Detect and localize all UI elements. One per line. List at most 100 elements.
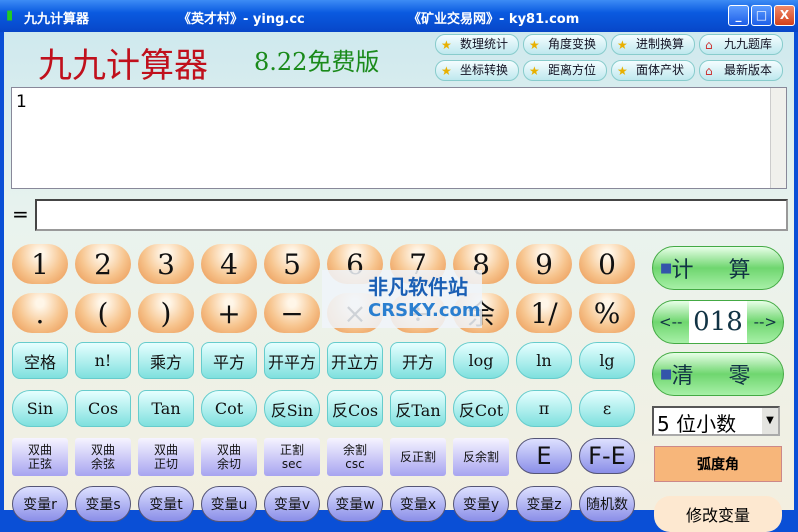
toolbar-button[interactable]: ⌂ 九九题库 bbox=[699, 34, 783, 55]
star-icon: ★ bbox=[441, 38, 452, 52]
chevron-down-icon[interactable]: ▼ bbox=[762, 408, 778, 434]
app-icon: ▮ bbox=[6, 8, 14, 23]
result-field[interactable] bbox=[35, 199, 788, 231]
key-button[interactable]: 变量t bbox=[138, 486, 194, 522]
key-button[interactable]: 变量r bbox=[12, 486, 68, 522]
key-button[interactable]: 1 bbox=[12, 244, 68, 284]
clear-button[interactable]: ■ 清 零 bbox=[652, 352, 784, 396]
app-heading: 九九计算器 bbox=[38, 46, 208, 86]
key-button[interactable]: 反Cot bbox=[453, 390, 509, 427]
key-button[interactable]: 开立方 bbox=[327, 342, 383, 379]
key-button[interactable]: 反Cos bbox=[327, 390, 383, 427]
house-icon: ⌂ bbox=[705, 38, 713, 52]
key-button[interactable]: 反Tan bbox=[390, 390, 446, 427]
scrollbar[interactable] bbox=[770, 88, 786, 188]
key-button[interactable]: . bbox=[12, 293, 68, 333]
toolbar-label: 最新版本 bbox=[724, 63, 773, 77]
key-button[interactable]: 变量x bbox=[390, 486, 446, 522]
prev-button[interactable]: <-- bbox=[659, 313, 682, 331]
key-button[interactable]: 反正割 bbox=[390, 438, 446, 476]
clear-label: 清 零 bbox=[671, 364, 765, 389]
angle-mode-button[interactable]: 弧度角 bbox=[654, 446, 782, 482]
toolbar-button[interactable]: ★ 面体产状 bbox=[611, 60, 695, 81]
key-button[interactable]: π bbox=[516, 390, 572, 427]
key-button[interactable]: 正割 sec bbox=[264, 438, 320, 476]
key-button[interactable]: 随机数 bbox=[579, 486, 635, 522]
key-button[interactable]: 4 bbox=[201, 244, 257, 284]
key-button[interactable]: lg bbox=[579, 342, 635, 379]
close-button[interactable]: X bbox=[774, 5, 795, 26]
key-button[interactable]: n! bbox=[75, 342, 131, 379]
toolbar-button[interactable]: ★ 距离方位 bbox=[523, 60, 607, 81]
key-button[interactable]: E bbox=[516, 438, 572, 474]
key-button[interactable]: 5 bbox=[264, 244, 320, 284]
link-ky81[interactable]: 《矿业交易网》- ky81.com bbox=[408, 8, 579, 27]
decimals-value: 5 位小数 bbox=[657, 412, 737, 436]
version-label: 8.22免费版 bbox=[254, 48, 380, 76]
key-button[interactable]: 变量z bbox=[516, 486, 572, 522]
star-icon: ★ bbox=[617, 64, 628, 78]
key-button[interactable]: 双曲 余弦 bbox=[75, 438, 131, 476]
key-button[interactable]: 开平方 bbox=[264, 342, 320, 379]
next-button[interactable]: --> bbox=[754, 313, 777, 331]
key-button[interactable]: 变量y bbox=[453, 486, 509, 522]
key-button[interactable]: − bbox=[264, 293, 320, 333]
decimals-select[interactable]: 5 位小数 ▼ bbox=[652, 406, 780, 436]
key-button[interactable]: ln bbox=[516, 342, 572, 379]
toolbar-button[interactable]: ★ 数理统计 bbox=[435, 34, 519, 55]
star-icon: ★ bbox=[617, 38, 628, 52]
key-button[interactable]: 余割 csc bbox=[327, 438, 383, 476]
toolbar-button[interactable]: ★ 坐标转换 bbox=[435, 60, 519, 81]
key-button[interactable]: 乘方 bbox=[138, 342, 194, 379]
key-button[interactable]: 变量v bbox=[264, 486, 320, 522]
calculate-label: 计 算 bbox=[671, 258, 765, 283]
key-button[interactable]: 0 bbox=[579, 244, 635, 284]
key-button[interactable]: 双曲 余切 bbox=[201, 438, 257, 476]
watermark-url: CRSKY.com bbox=[368, 300, 481, 321]
key-button[interactable]: 变量s bbox=[75, 486, 131, 522]
maximize-button[interactable]: □ bbox=[751, 5, 772, 26]
key-button[interactable]: 空格 bbox=[12, 342, 68, 379]
key-button[interactable]: 3 bbox=[138, 244, 194, 284]
key-button[interactable]: 反Sin bbox=[264, 390, 320, 427]
toolbar-button[interactable]: ★ 进制换算 bbox=[611, 34, 695, 55]
key-button[interactable]: 双曲 正弦 bbox=[12, 438, 68, 476]
key-button[interactable]: ( bbox=[75, 293, 131, 333]
key-button[interactable]: % bbox=[579, 293, 635, 333]
key-button[interactable]: + bbox=[201, 293, 257, 333]
calculate-button[interactable]: ■ 计 算 bbox=[652, 246, 784, 290]
key-button[interactable]: 双曲 正切 bbox=[138, 438, 194, 476]
key-button[interactable]: log bbox=[453, 342, 509, 379]
car-icon: ■ bbox=[660, 367, 673, 382]
equals-label: = bbox=[12, 202, 29, 226]
key-button[interactable]: 平方 bbox=[201, 342, 257, 379]
toolbar-label: 九九题库 bbox=[724, 37, 773, 51]
input-text: 1 bbox=[16, 92, 27, 112]
watermark-text: 非凡软件站 bbox=[368, 275, 468, 299]
toolbar-button[interactable]: ⌂ 最新版本 bbox=[699, 60, 783, 81]
title-bar: ▮ 九九计算器 《英才村》- ying.cc 《矿业交易网》- ky81.com… bbox=[0, 0, 798, 32]
key-button[interactable]: 1/ bbox=[516, 293, 572, 333]
key-button[interactable]: Cos bbox=[75, 390, 131, 427]
star-icon: ★ bbox=[529, 38, 540, 52]
key-button[interactable]: ) bbox=[138, 293, 194, 333]
link-ying[interactable]: 《英才村》- ying.cc bbox=[178, 8, 305, 27]
modify-variables-button[interactable]: 修改变量 bbox=[654, 496, 782, 532]
toolbar-label: 进制换算 bbox=[636, 37, 685, 51]
key-button[interactable]: 变量w bbox=[327, 486, 383, 522]
window-title: 九九计算器 bbox=[24, 12, 90, 27]
house-icon: ⌂ bbox=[705, 64, 713, 78]
key-button[interactable]: 变量u bbox=[201, 486, 257, 522]
input-area[interactable]: 1 bbox=[11, 87, 787, 189]
key-button[interactable]: Cot bbox=[201, 390, 257, 427]
toolbar-button[interactable]: ★ 角度变换 bbox=[523, 34, 607, 55]
key-button[interactable]: Tan bbox=[138, 390, 194, 427]
key-button[interactable]: ε bbox=[579, 390, 635, 427]
key-button[interactable]: 反余割 bbox=[453, 438, 509, 476]
key-button[interactable]: 2 bbox=[75, 244, 131, 284]
key-button[interactable]: F-E bbox=[579, 438, 635, 474]
key-button[interactable]: 9 bbox=[516, 244, 572, 284]
key-button[interactable]: Sin bbox=[12, 390, 68, 427]
minimize-button[interactable]: _ bbox=[728, 5, 749, 26]
key-button[interactable]: 开方 bbox=[390, 342, 446, 379]
